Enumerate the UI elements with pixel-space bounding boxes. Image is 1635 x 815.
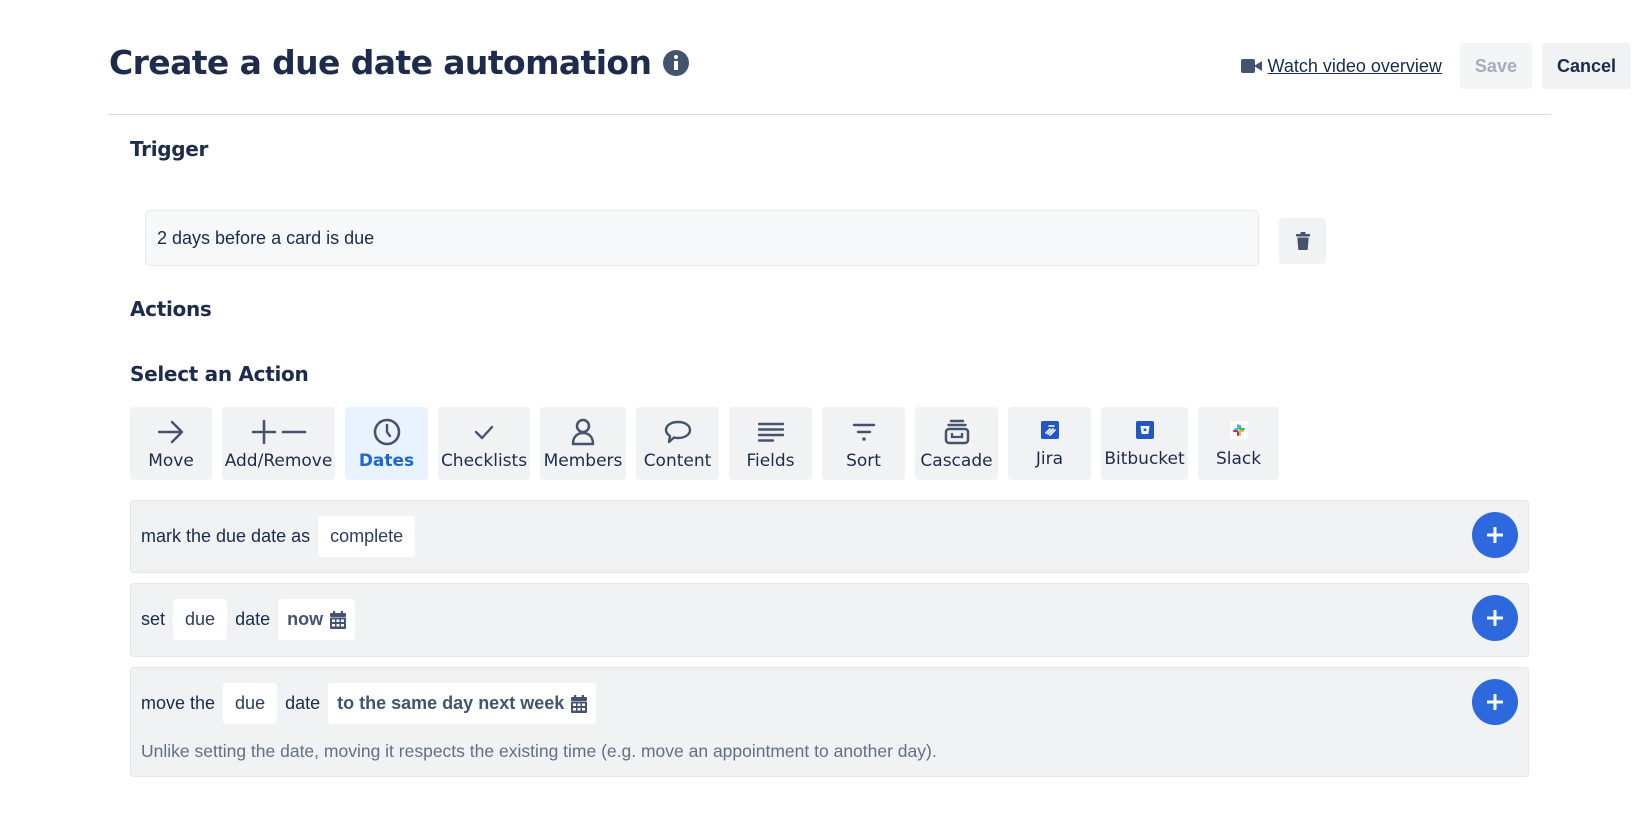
- status-select[interactable]: complete: [318, 516, 416, 557]
- watch-video-label: Watch video overview: [1267, 55, 1442, 76]
- action-text: set: [141, 609, 166, 629]
- date-type-select[interactable]: due: [223, 683, 278, 724]
- cancel-button[interactable]: Cancel: [1541, 43, 1631, 89]
- add-action-button[interactable]: [1472, 595, 1518, 641]
- actions-heading: Actions: [130, 297, 212, 321]
- action-sentence: mark the due date as complete: [141, 516, 423, 557]
- date-value-picker[interactable]: now: [278, 599, 356, 640]
- plus-minus-icon: [251, 416, 307, 448]
- tab-move[interactable]: Move: [130, 407, 212, 480]
- tab-content[interactable]: Content: [636, 407, 719, 480]
- trigger-heading: Trigger: [130, 137, 209, 161]
- date-offset-picker[interactable]: to the same day next week: [328, 683, 597, 724]
- add-action-button[interactable]: [1472, 679, 1518, 725]
- tab-checklists[interactable]: Checklists: [438, 407, 530, 480]
- tab-label: Fields: [746, 451, 795, 471]
- tab-label: Sort: [846, 451, 881, 471]
- trigger-text: 2 days before a card is due: [157, 227, 375, 248]
- tab-members[interactable]: Members: [540, 407, 626, 480]
- action-text: mark the due date as: [141, 526, 311, 546]
- page-title: Create a due date automation: [109, 43, 690, 82]
- watch-video-link[interactable]: Watch video overview: [1240, 55, 1442, 77]
- action-row-set-date: set due date now: [130, 583, 1529, 657]
- calendar-icon: [330, 610, 347, 629]
- delete-trigger-button[interactable]: [1279, 218, 1326, 264]
- checkmark-icon: [468, 416, 500, 448]
- page-header: Create a due date automation Watch video…: [109, 38, 1631, 98]
- info-circle-icon[interactable]: [663, 49, 690, 76]
- date-value-label: now: [287, 609, 324, 629]
- add-action-button[interactable]: [1472, 512, 1518, 558]
- tab-label: Content: [643, 451, 712, 471]
- tab-label: Add/Remove: [224, 451, 333, 471]
- plus-icon: [1487, 527, 1503, 543]
- archive-box-icon: [941, 416, 973, 448]
- tab-label: Jira: [1035, 448, 1064, 469]
- slack-logo-icon: [1223, 419, 1255, 441]
- tab-slack[interactable]: Slack: [1198, 407, 1279, 480]
- tab-jira[interactable]: Jira: [1008, 407, 1091, 480]
- action-row-move-date: move the due date to the same day next w…: [130, 667, 1529, 777]
- tab-sort[interactable]: Sort: [822, 407, 905, 480]
- action-row-mark-complete: mark the due date as complete: [130, 500, 1529, 573]
- tab-label: Dates: [358, 451, 415, 471]
- trigger-summary[interactable]: 2 days before a card is due: [145, 210, 1259, 266]
- action-hint: Unlike setting the date, moving it respe…: [141, 741, 937, 761]
- select-action-heading: Select an Action: [130, 362, 309, 386]
- header-actions: Watch video overview Save Cancel: [1240, 43, 1631, 89]
- lines-icon: [755, 416, 787, 448]
- action-text: move the: [141, 693, 216, 713]
- action-text: date: [235, 609, 271, 629]
- tab-label: Cascade: [920, 451, 993, 471]
- calendar-icon: [571, 694, 588, 713]
- person-icon: [567, 416, 599, 448]
- filter-icon: [848, 416, 880, 448]
- plus-icon: [1487, 694, 1503, 710]
- action-sentence: set due date now: [141, 599, 363, 640]
- date-type-select[interactable]: due: [173, 599, 228, 640]
- tab-cascade[interactable]: Cascade: [915, 407, 998, 480]
- video-camera-icon: [1240, 59, 1262, 73]
- bitbucket-logo-icon: [1129, 419, 1161, 441]
- jira-logo-icon: [1034, 419, 1066, 441]
- save-button[interactable]: Save: [1459, 43, 1532, 89]
- tab-label: Slack: [1215, 448, 1262, 469]
- tab-add-remove[interactable]: Add/Remove: [222, 407, 335, 480]
- header-divider: [109, 114, 1551, 115]
- tab-label: Move: [148, 451, 194, 471]
- tab-bitbucket[interactable]: Bitbucket: [1101, 407, 1188, 480]
- tab-label: Members: [543, 451, 623, 471]
- page-title-text: Create a due date automation: [109, 43, 652, 82]
- trash-icon: [1295, 232, 1310, 250]
- plus-icon: [1487, 610, 1503, 626]
- tab-label: Bitbucket: [1104, 448, 1185, 469]
- tab-label: Checklists: [440, 451, 528, 471]
- date-offset-label: to the same day next week: [337, 693, 565, 713]
- tab-fields[interactable]: Fields: [729, 407, 812, 480]
- action-category-tabs: Move Add/Remove Dates Checklists Members…: [130, 407, 1279, 480]
- tab-dates[interactable]: Dates: [345, 407, 428, 480]
- arrow-right-icon: [155, 416, 187, 448]
- action-sentence: move the due date to the same day next w…: [141, 683, 604, 724]
- action-text: date: [285, 693, 321, 713]
- speech-bubble-icon: [662, 416, 694, 448]
- clock-icon: [371, 416, 403, 448]
